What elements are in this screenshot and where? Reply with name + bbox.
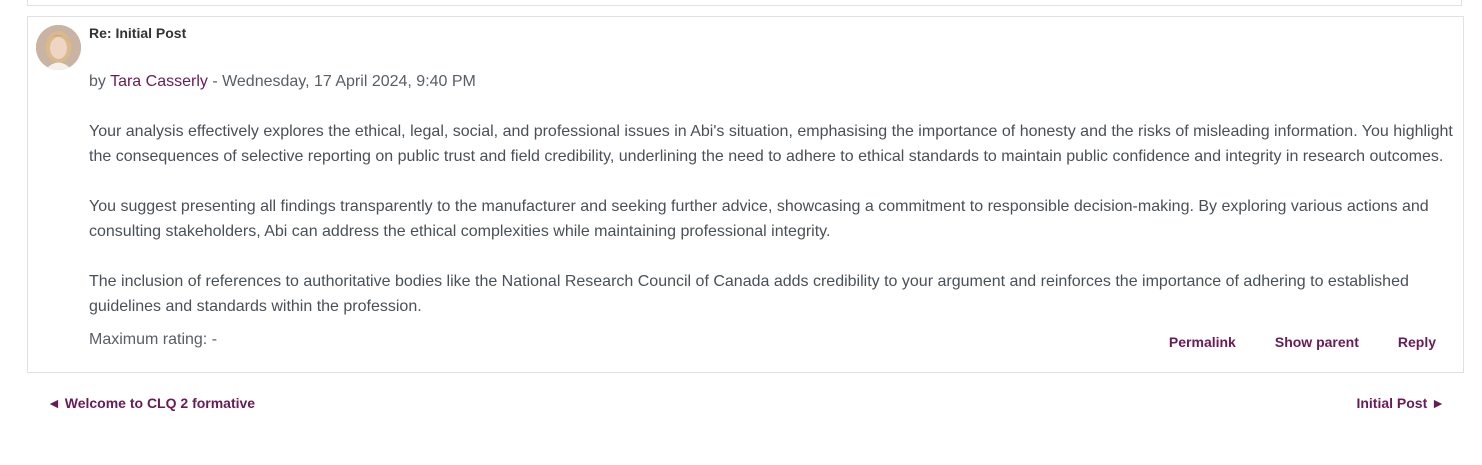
post-subject: Re: Initial Post <box>89 25 187 41</box>
avatar[interactable] <box>36 25 81 70</box>
user-avatar-icon <box>36 25 81 70</box>
author-link[interactable]: Tara Casserly <box>110 73 208 90</box>
post-actions: Permalink Show parent Reply <box>1169 334 1436 350</box>
post-paragraph: The inclusion of references to authorita… <box>89 273 1409 315</box>
reply-link[interactable]: Reply <box>1398 334 1436 350</box>
prev-discussion-link[interactable]: ◄ Welcome to CLQ 2 formative <box>47 395 255 411</box>
byline-prefix: by <box>89 73 106 90</box>
post-date: - Wednesday, 17 April 2024, 9:40 PM <box>207 73 476 90</box>
show-parent-link[interactable]: Show parent <box>1275 334 1359 350</box>
post-byline: by Tara Casserly - Wednesday, 17 April 2… <box>89 73 476 91</box>
permalink-link[interactable]: Permalink <box>1169 334 1236 350</box>
post-paragraph: Your analysis effectively explores the e… <box>89 123 1453 165</box>
post-content: Your analysis effectively explores the e… <box>89 119 1453 344</box>
post-paragraph: You suggest presenting all findings tran… <box>89 198 1429 240</box>
next-discussion-link[interactable]: Initial Post ► <box>1356 395 1445 411</box>
maximum-rating: Maximum rating: - <box>89 331 218 348</box>
previous-post-border <box>27 0 1462 6</box>
forum-post: Re: Initial Post by Tara Casserly - Wedn… <box>27 16 1464 373</box>
